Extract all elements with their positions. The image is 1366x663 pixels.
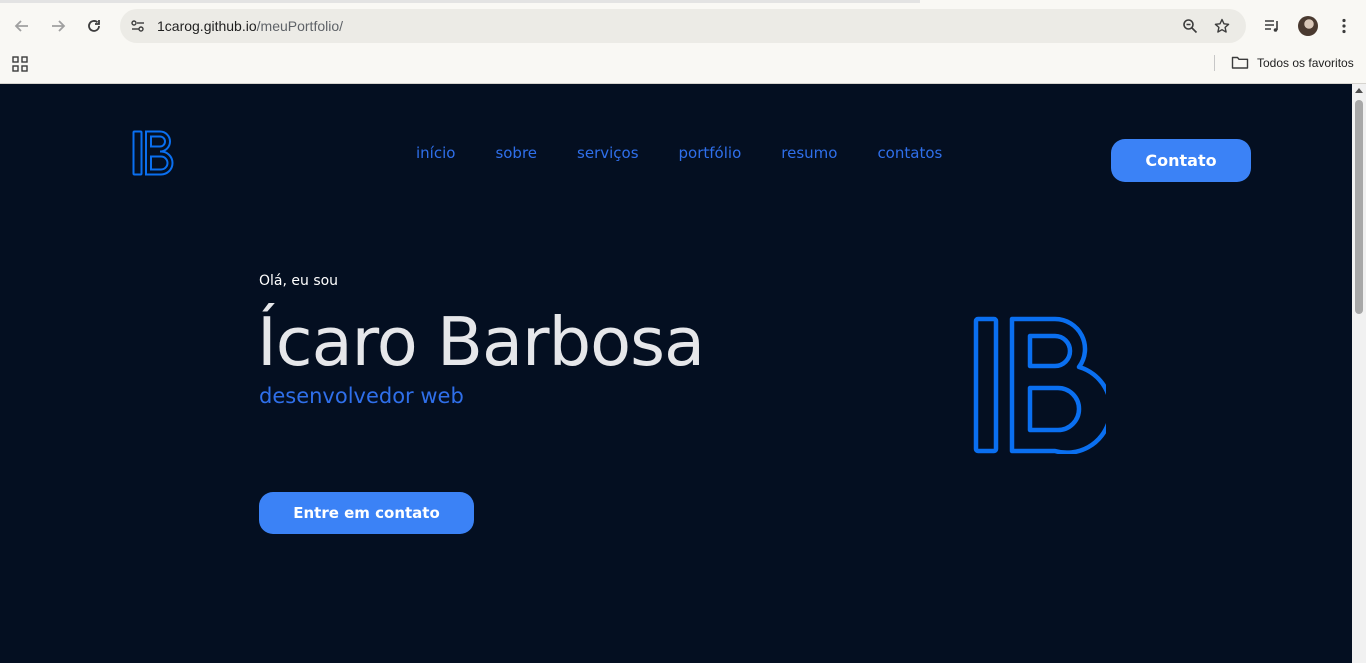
address-bar[interactable]: 1carog.github.io/meuPortfolio/ (120, 9, 1246, 43)
bookmark-star-icon[interactable] (1212, 16, 1232, 36)
contact-button[interactable]: Contato (1111, 139, 1251, 182)
nav-link-contatos[interactable]: contatos (877, 144, 942, 162)
site-nav: início sobre serviços portfólio resumo c… (416, 144, 982, 162)
url-path: /meuPortfolio/ (256, 18, 344, 34)
hero-name: Ícaro Barbosa (257, 303, 705, 381)
profile-avatar[interactable] (1298, 16, 1318, 36)
url-text[interactable]: 1carog.github.io/meuPortfolio/ (157, 18, 343, 34)
forward-button[interactable] (44, 12, 72, 40)
reload-button[interactable] (80, 12, 108, 40)
nav-link-servicos[interactable]: serviços (577, 144, 639, 162)
scroll-thumb[interactable] (1355, 100, 1363, 314)
nav-link-sobre[interactable]: sobre (495, 144, 537, 162)
nav-link-resumo[interactable]: resumo (781, 144, 837, 162)
all-bookmarks-label: Todos os favoritos (1257, 55, 1354, 70)
browser-chrome: 1carog.github.io/meuPortfolio/ Todos os … (0, 0, 1366, 84)
bookmarks-separator (1214, 55, 1215, 71)
reload-icon (88, 20, 100, 32)
nav-link-portfolio[interactable]: portfólio (679, 144, 742, 162)
url-host: 1carog.github.io (157, 18, 257, 34)
page-scrollbar[interactable] (1352, 84, 1366, 663)
media-controls-icon[interactable] (1260, 14, 1284, 38)
hero-greeting: Olá, eu sou (259, 273, 339, 289)
apps-grid-icon[interactable] (12, 56, 28, 72)
arrow-right-icon (52, 20, 66, 32)
arrow-left-icon (14, 20, 28, 32)
folder-icon (1231, 56, 1249, 69)
site-info-icon[interactable] (128, 16, 148, 36)
nav-link-inicio[interactable]: início (416, 144, 455, 162)
hero-role: desenvolvedor web (259, 384, 464, 408)
zoom-icon[interactable] (1180, 16, 1200, 36)
back-button[interactable] (8, 12, 36, 40)
hero-logo-icon (973, 316, 1106, 454)
all-bookmarks-folder[interactable]: Todos os favoritos (1231, 55, 1354, 70)
bookmarks-bar: Todos os favoritos (0, 50, 1366, 84)
scroll-up-arrow-icon[interactable] (1355, 88, 1363, 93)
kebab-menu-icon[interactable] (1332, 14, 1356, 38)
tab-strip (0, 0, 1366, 3)
get-in-touch-button[interactable]: Entre em contato (259, 492, 474, 534)
page-viewport: início sobre serviços portfólio resumo c… (0, 84, 1352, 663)
site-logo-icon[interactable] (132, 130, 178, 176)
